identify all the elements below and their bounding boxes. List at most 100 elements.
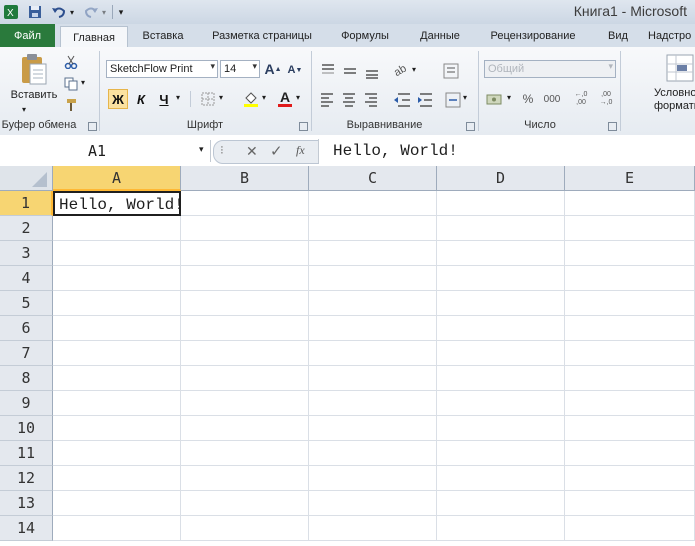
name-box-dropdown-icon[interactable]: ▾ <box>199 144 204 155</box>
cell-b7[interactable] <box>181 341 309 366</box>
row-header-1[interactable]: 1 <box>0 191 53 216</box>
cell-c12[interactable] <box>309 466 437 491</box>
row-header-8[interactable]: 8 <box>0 366 53 391</box>
tab-view[interactable]: Вид <box>598 24 638 48</box>
row-header-13[interactable]: 13 <box>0 491 53 516</box>
row-header-5[interactable]: 5 <box>0 291 53 316</box>
row-header-7[interactable]: 7 <box>0 341 53 366</box>
row-header-10[interactable]: 10 <box>0 416 53 441</box>
cell-b10[interactable] <box>181 416 309 441</box>
cell-a9[interactable] <box>53 391 181 416</box>
column-header-e[interactable]: E <box>565 166 695 191</box>
resize-handle-icon[interactable]: ⁝ <box>220 143 224 157</box>
cell-c6[interactable] <box>309 316 437 341</box>
italic-button[interactable]: К <box>131 89 151 109</box>
cell-d11[interactable] <box>437 441 565 466</box>
row-header-11[interactable]: 11 <box>0 441 53 466</box>
copy-icon[interactable] <box>63 76 79 92</box>
cell-c11[interactable] <box>309 441 437 466</box>
formula-input[interactable]: Hello, World! <box>318 139 695 163</box>
column-header-b[interactable]: B <box>181 166 309 191</box>
cell-b5[interactable] <box>181 291 309 316</box>
cell-b13[interactable] <box>181 491 309 516</box>
cell-d13[interactable] <box>437 491 565 516</box>
cell-e14[interactable] <box>565 516 695 541</box>
row-header-2[interactable]: 2 <box>0 216 53 241</box>
cell-a6[interactable] <box>53 316 181 341</box>
font-launcher-icon[interactable] <box>299 122 308 131</box>
number-format-select[interactable]: Общий ▾ <box>484 60 616 78</box>
cell-a8[interactable] <box>53 366 181 391</box>
cell-a4[interactable] <box>53 266 181 291</box>
conditional-format-button[interactable]: Условно форматиров <box>654 87 695 113</box>
tab-data[interactable]: Данные <box>410 24 470 48</box>
conditional-format-icon[interactable] <box>664 53 695 83</box>
underline-button[interactable]: Ч <box>154 89 174 109</box>
format-painter-icon[interactable] <box>63 97 79 113</box>
alignment-launcher-icon[interactable] <box>466 122 475 131</box>
cell-c9[interactable] <box>309 391 437 416</box>
cell-e4[interactable] <box>565 266 695 291</box>
tab-home[interactable]: Главная <box>60 26 128 49</box>
paste-dropdown-icon[interactable]: ▾ <box>22 105 26 114</box>
redo-icon[interactable] <box>82 3 100 21</box>
cell-e6[interactable] <box>565 316 695 341</box>
cell-d14[interactable] <box>437 516 565 541</box>
cell-d6[interactable] <box>437 316 565 341</box>
row-header-4[interactable]: 4 <box>0 266 53 291</box>
cell-b1[interactable] <box>181 191 309 216</box>
font-color-icon[interactable]: A <box>276 88 294 108</box>
cancel-icon[interactable]: ✕ <box>246 143 258 160</box>
cell-e12[interactable] <box>565 466 695 491</box>
cell-d8[interactable] <box>437 366 565 391</box>
clipboard-launcher-icon[interactable] <box>88 122 97 131</box>
cell-d4[interactable] <box>437 266 565 291</box>
shrink-font-icon[interactable]: A ▼ <box>286 61 304 79</box>
column-header-c[interactable]: C <box>309 166 437 191</box>
bold-button[interactable]: Ж <box>108 89 128 109</box>
cut-icon[interactable] <box>63 54 79 70</box>
cell-a7[interactable] <box>53 341 181 366</box>
cell-c5[interactable] <box>309 291 437 316</box>
tab-review[interactable]: Рецензирование <box>483 24 583 48</box>
cell-b9[interactable] <box>181 391 309 416</box>
fill-color-icon[interactable] <box>242 89 260 109</box>
underline-dropdown-icon[interactable]: ▾ <box>176 93 180 102</box>
cell-a2[interactable] <box>53 216 181 241</box>
name-box[interactable]: A1 ▾ <box>0 140 211 162</box>
tab-insert[interactable]: Вставка <box>133 24 193 48</box>
grow-font-icon[interactable]: A ▲ <box>264 60 282 78</box>
cell-d3[interactable] <box>437 241 565 266</box>
row-header-12[interactable]: 12 <box>0 466 53 491</box>
fill-color-dropdown-icon[interactable]: ▾ <box>262 93 266 102</box>
merge-dropdown-icon[interactable]: ▾ <box>463 93 467 102</box>
number-launcher-icon[interactable] <box>608 122 617 131</box>
paste-button[interactable]: Вставить <box>8 89 60 101</box>
cell-d9[interactable] <box>437 391 565 416</box>
cell-b8[interactable] <box>181 366 309 391</box>
cell-a1[interactable]: Hello, World! <box>53 191 184 216</box>
cell-a11[interactable] <box>53 441 181 466</box>
customize-icon[interactable]: ▾ <box>116 3 126 21</box>
tab-formulas[interactable]: Формулы <box>333 24 397 48</box>
cell-a12[interactable] <box>53 466 181 491</box>
percent-button[interactable]: % <box>520 90 536 108</box>
cell-d2[interactable] <box>437 216 565 241</box>
cell-e5[interactable] <box>565 291 695 316</box>
cell-e9[interactable] <box>565 391 695 416</box>
borders-icon[interactable] <box>199 90 217 108</box>
cell-c8[interactable] <box>309 366 437 391</box>
undo-icon[interactable] <box>50 3 68 21</box>
cell-a3[interactable] <box>53 241 181 266</box>
cell-a5[interactable] <box>53 291 181 316</box>
cell-d12[interactable] <box>437 466 565 491</box>
cell-e7[interactable] <box>565 341 695 366</box>
tab-page-layout[interactable]: Разметка страницы <box>203 24 321 48</box>
cell-e3[interactable] <box>565 241 695 266</box>
enter-icon[interactable]: ✓ <box>270 142 283 160</box>
cell-b4[interactable] <box>181 266 309 291</box>
cell-b2[interactable] <box>181 216 309 241</box>
cell-c10[interactable] <box>309 416 437 441</box>
cell-b3[interactable] <box>181 241 309 266</box>
increase-decimal-icon[interactable]: ←,0,00 <box>570 89 592 109</box>
